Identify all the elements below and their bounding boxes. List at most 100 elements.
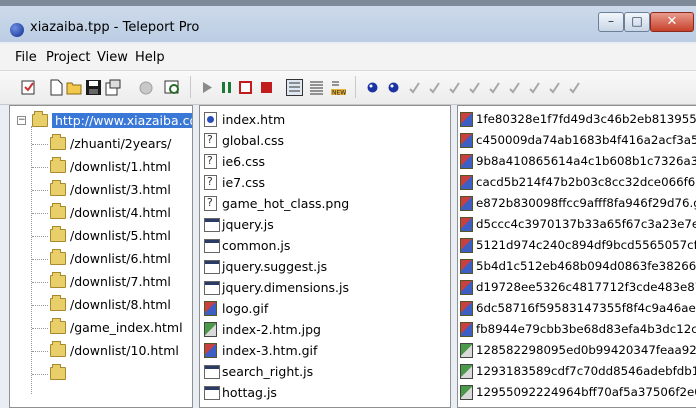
tree-item[interactable]: /downlist/8.html bbox=[10, 294, 192, 317]
new-badge-icon[interactable]: NEW bbox=[330, 79, 347, 96]
menu-project[interactable]: Project bbox=[46, 50, 90, 65]
tree-item-label[interactable]: /downlist/6.html bbox=[70, 251, 171, 266]
progress-check-icon bbox=[449, 82, 460, 94]
file-name: game_hot_class.png bbox=[222, 196, 350, 211]
file-name: search_right.js bbox=[222, 364, 314, 379]
tree-item-label[interactable]: /downlist/5.html bbox=[70, 228, 171, 243]
tree-guide bbox=[32, 282, 48, 283]
unknown-file-icon bbox=[204, 196, 217, 211]
minimize-icon: – bbox=[608, 14, 614, 28]
tree-item-label[interactable]: /zhuanti/2years/ bbox=[70, 136, 171, 151]
file-list-pane: index.htm global.css ie6.css ie7.css gam… bbox=[199, 105, 451, 408]
file-name: jquery.suggest.js bbox=[222, 259, 328, 274]
image-file-icon bbox=[460, 112, 473, 127]
tree-item[interactable]: /downlist/10.html bbox=[10, 340, 192, 363]
toolbar: NEW bbox=[0, 71, 696, 105]
tree-item[interactable]: /game_index.html bbox=[10, 317, 192, 340]
image-file-icon bbox=[460, 259, 473, 274]
folder-icon bbox=[50, 203, 66, 219]
pause-icon[interactable] bbox=[218, 79, 235, 96]
file-name: d19728ee5326c4817712f3cde483e878.g bbox=[476, 280, 696, 294]
file-name: index-2.htm.jpg bbox=[222, 322, 321, 337]
properties-icon[interactable] bbox=[104, 79, 121, 96]
tree-item-label[interactable]: /downlist/10.html bbox=[70, 343, 179, 358]
tree-item[interactable]: /downlist/7.html bbox=[10, 271, 192, 294]
browse-icon[interactable] bbox=[164, 79, 181, 96]
new-project-icon[interactable] bbox=[20, 79, 37, 96]
start-icon[interactable] bbox=[199, 79, 216, 96]
folder-icon bbox=[50, 295, 66, 311]
file-name: fb8944e79cbb3be68d83efa4b3dc12ce.g bbox=[476, 322, 696, 336]
file-name: global.css bbox=[222, 133, 284, 148]
tree-item[interactable]: /downlist/3.html bbox=[10, 179, 192, 202]
image-file-icon bbox=[460, 280, 473, 295]
tree-item[interactable]: /downlist/6.html bbox=[10, 248, 192, 271]
file-name: ie6.css bbox=[222, 154, 265, 169]
close-button[interactable]: ✕ bbox=[650, 12, 694, 32]
script-file-icon bbox=[204, 386, 220, 400]
tree-item[interactable]: /zhuanti/2years/ bbox=[10, 133, 192, 156]
folder-icon bbox=[50, 364, 66, 380]
script-file-icon bbox=[204, 281, 220, 295]
new-icon[interactable] bbox=[48, 79, 65, 96]
progress-check-icon bbox=[469, 82, 480, 94]
stop-icon[interactable] bbox=[237, 79, 254, 96]
save-icon[interactable] bbox=[85, 79, 102, 96]
progress-dot-icon bbox=[367, 82, 378, 93]
file-name: 5b4d1c512eb468b094d0863fe38266e9.g bbox=[476, 259, 696, 273]
image-file-icon bbox=[460, 175, 473, 190]
stop-red-icon[interactable] bbox=[258, 79, 275, 96]
folder-icon bbox=[50, 226, 66, 242]
tree-item-label[interactable]: /downlist/1.html bbox=[70, 159, 171, 174]
open-icon[interactable] bbox=[66, 79, 83, 96]
tree-guide bbox=[32, 167, 48, 168]
window-title: xiazaiba.tpp - Teleport Pro bbox=[30, 20, 200, 35]
file-name: jquery.js bbox=[222, 217, 274, 232]
menu-file[interactable]: File bbox=[15, 50, 37, 65]
tree-item-label[interactable]: /downlist/7.html bbox=[70, 274, 171, 289]
image-file-icon bbox=[460, 196, 473, 211]
menu-help[interactable]: Help bbox=[135, 50, 165, 65]
view-tree-icon[interactable] bbox=[286, 79, 303, 96]
file-name: common.js bbox=[222, 238, 291, 253]
image-file-icon bbox=[460, 238, 473, 253]
collapse-icon[interactable]: − bbox=[17, 116, 26, 125]
disabled-tool-icon bbox=[139, 81, 153, 95]
tree-root[interactable]: − http://www.xiazaiba.com/ bbox=[10, 110, 192, 133]
app-icon bbox=[10, 23, 24, 37]
minimize-button[interactable]: – bbox=[598, 12, 624, 32]
tree-guide bbox=[32, 213, 48, 214]
progress-check-icon bbox=[429, 82, 440, 94]
jpg-file-icon bbox=[204, 322, 217, 337]
view-list-icon[interactable] bbox=[308, 79, 325, 96]
tree-item-label[interactable]: /downlist/4.html bbox=[70, 205, 171, 220]
tree-item-label[interactable]: /downlist/3.html bbox=[70, 182, 171, 197]
tree-item[interactable]: /downlist/1.html bbox=[10, 156, 192, 179]
tree-guide bbox=[32, 328, 48, 329]
tree-item-label[interactable]: /downlist/8.html bbox=[70, 297, 171, 312]
toolbar-separator bbox=[190, 76, 191, 98]
svg-text:NEW: NEW bbox=[332, 90, 346, 97]
folder-icon bbox=[50, 318, 66, 334]
progress-check-icon bbox=[489, 82, 500, 94]
folder-icon bbox=[50, 180, 66, 196]
progress-check-icon bbox=[529, 82, 540, 94]
progress-check-icon bbox=[509, 82, 520, 94]
file-name: d5ccc4c3970137b33a65f67c3a23e7e6.gi bbox=[476, 217, 696, 231]
tree-item[interactable] bbox=[10, 363, 192, 386]
image-file-icon bbox=[204, 343, 217, 358]
file-list-pane-2: 1fe80328e1f7fd49d3c46b2eb8139555.gi c450… bbox=[457, 105, 696, 408]
file-name: ie7.css bbox=[222, 175, 265, 190]
tree-item-label[interactable]: /game_index.html bbox=[70, 320, 183, 335]
tree-guide bbox=[32, 351, 48, 352]
tree-item[interactable]: /downlist/5.html bbox=[10, 225, 192, 248]
tree-root-label[interactable]: http://www.xiazaiba.com/ bbox=[52, 113, 192, 128]
unknown-file-icon bbox=[204, 154, 217, 169]
script-file-icon bbox=[204, 260, 220, 274]
file-name: index.htm bbox=[222, 112, 286, 127]
script-file-icon bbox=[204, 218, 220, 232]
folder-icon bbox=[50, 272, 66, 288]
menu-view[interactable]: View bbox=[97, 50, 128, 65]
tree-item[interactable]: /downlist/4.html bbox=[10, 202, 192, 225]
maximize-button[interactable]: □ bbox=[624, 12, 650, 32]
